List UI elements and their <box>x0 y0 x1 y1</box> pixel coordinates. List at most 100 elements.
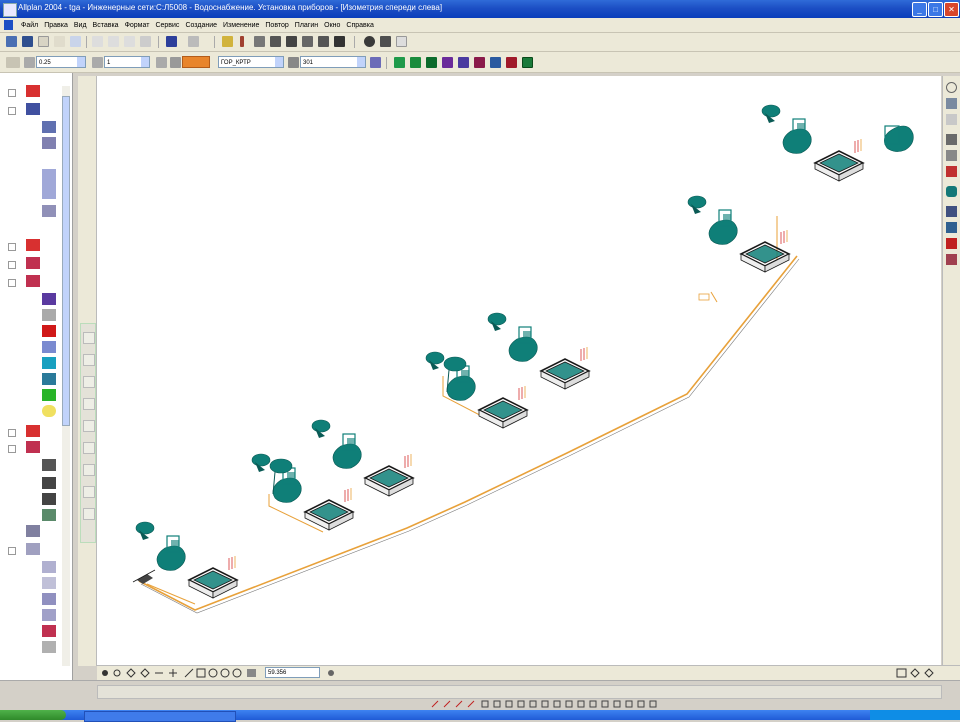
delete-icon[interactable] <box>946 238 957 249</box>
purple-tool-icon[interactable] <box>458 57 469 68</box>
fixture-icon[interactable] <box>42 509 56 521</box>
fixture-icon[interactable] <box>42 293 56 305</box>
cube-icon[interactable] <box>318 36 329 47</box>
fixture-icon[interactable] <box>42 309 56 321</box>
tree-plus-icon[interactable] <box>8 445 16 453</box>
color-swatch-icon[interactable] <box>42 357 56 369</box>
copy-icon[interactable] <box>108 36 119 47</box>
color-swatch-icon[interactable] <box>42 325 56 337</box>
tool-icon[interactable] <box>83 376 95 388</box>
measure-icon[interactable] <box>302 36 313 47</box>
layer-icon[interactable] <box>26 257 40 269</box>
menu-window[interactable]: Окно <box>321 22 343 29</box>
tree-plus-icon[interactable] <box>8 89 16 97</box>
layer-icon[interactable] <box>26 275 40 287</box>
menu-help[interactable]: Справка <box>343 22 376 29</box>
tree-plus-icon[interactable] <box>8 261 16 269</box>
redo-icon[interactable] <box>188 36 199 47</box>
info-icon[interactable] <box>380 36 391 47</box>
undo-icon[interactable] <box>166 36 177 47</box>
color-picker-icon[interactable] <box>170 57 181 68</box>
pattern-field[interactable]: 301 <box>300 56 366 68</box>
menu-view[interactable]: Вид <box>71 22 90 29</box>
layout-icon[interactable] <box>946 206 957 217</box>
sheet-icon[interactable] <box>42 561 56 573</box>
print-icon[interactable] <box>38 36 49 47</box>
camera-icon[interactable] <box>42 493 56 505</box>
green-tool-icon[interactable] <box>410 57 421 68</box>
blank-icon[interactable] <box>396 36 407 47</box>
menu-format[interactable]: Формат <box>122 22 153 29</box>
menu-edit[interactable]: Правка <box>41 22 71 29</box>
fixture-icon[interactable] <box>42 121 56 133</box>
taskbar-window-button[interactable] <box>84 711 236 722</box>
camera-icon[interactable] <box>42 459 56 471</box>
fixture-group[interactable] <box>311 419 414 497</box>
red-tool-icon[interactable] <box>506 57 517 68</box>
menu-create[interactable]: Создание <box>182 22 220 29</box>
tool-icon[interactable] <box>83 442 95 454</box>
lamp-icon[interactable] <box>42 405 56 417</box>
blue-tool-icon[interactable] <box>490 57 501 68</box>
tool-icon[interactable] <box>83 398 95 410</box>
layer-icon[interactable] <box>26 239 40 251</box>
help-icon[interactable] <box>364 36 375 47</box>
line-type-icon[interactable] <box>92 57 103 68</box>
check-tool-icon[interactable] <box>522 57 533 68</box>
monitor-icon[interactable] <box>286 36 297 47</box>
window-icon[interactable] <box>70 36 81 47</box>
tree-plus-icon[interactable] <box>8 279 16 287</box>
minimize-button[interactable]: _ <box>912 2 927 17</box>
tool-icon[interactable] <box>83 486 95 498</box>
color-swatch-icon[interactable] <box>42 373 56 385</box>
camera-icon[interactable] <box>270 36 281 47</box>
tree-plus-icon[interactable] <box>8 429 16 437</box>
scrollbar-thumb[interactable] <box>62 96 70 426</box>
view-icon[interactable] <box>946 114 957 125</box>
color-swatch-icon[interactable] <box>42 389 56 401</box>
chevron-down-icon[interactable] <box>77 57 85 67</box>
camera-icon[interactable] <box>42 477 56 489</box>
fixture-icon[interactable] <box>42 341 56 353</box>
layer-icon[interactable] <box>26 85 40 97</box>
chevron-down-icon[interactable] <box>141 57 149 67</box>
fixture-group[interactable] <box>487 312 590 390</box>
fixture-group[interactable] <box>687 195 790 273</box>
tree-plus-icon[interactable] <box>8 107 16 115</box>
menu-tools[interactable]: Сервис <box>152 22 182 29</box>
preview-icon[interactable] <box>54 36 65 47</box>
layer-icon[interactable] <box>26 103 40 115</box>
tree-plus-icon[interactable] <box>8 243 16 251</box>
wc-icon[interactable] <box>42 205 56 217</box>
close-button[interactable]: ✕ <box>944 2 959 17</box>
sheet-icon[interactable] <box>26 543 40 555</box>
tree-plus-icon[interactable] <box>8 547 16 555</box>
green-tool-icon[interactable] <box>394 57 405 68</box>
zoom-field[interactable]: 59.356 <box>265 667 320 678</box>
grid-icon[interactable] <box>946 134 957 145</box>
tree-scrollbar[interactable] <box>62 86 70 666</box>
color-field[interactable] <box>182 56 210 68</box>
app-icon[interactable] <box>3 3 17 17</box>
sheet-icon[interactable] <box>42 625 56 637</box>
sheet-icon[interactable] <box>26 525 40 537</box>
line-type-field[interactable]: 1 <box>104 56 150 68</box>
expand-icon[interactable] <box>6 57 20 68</box>
start-button[interactable] <box>0 710 66 720</box>
new-icon[interactable] <box>6 36 17 47</box>
document-icon[interactable] <box>4 20 13 30</box>
pen-thickness-field[interactable]: 0.25 <box>36 56 86 68</box>
menu-plugin[interactable]: Плагин <box>292 22 321 29</box>
fixture-icon[interactable] <box>42 137 56 149</box>
save-icon[interactable] <box>22 36 33 47</box>
tool-icon[interactable] <box>83 420 95 432</box>
drawing-canvas[interactable] <box>97 76 941 665</box>
toilet[interactable] <box>884 125 914 152</box>
zoom-icon[interactable] <box>946 82 957 93</box>
tool-icon[interactable] <box>83 464 95 476</box>
refresh-icon[interactable] <box>946 254 957 265</box>
menu-file[interactable]: Файл <box>18 22 41 29</box>
purple-tool-icon[interactable] <box>442 57 453 68</box>
bucket-icon[interactable] <box>946 222 957 233</box>
fixture-group[interactable] <box>425 351 528 429</box>
